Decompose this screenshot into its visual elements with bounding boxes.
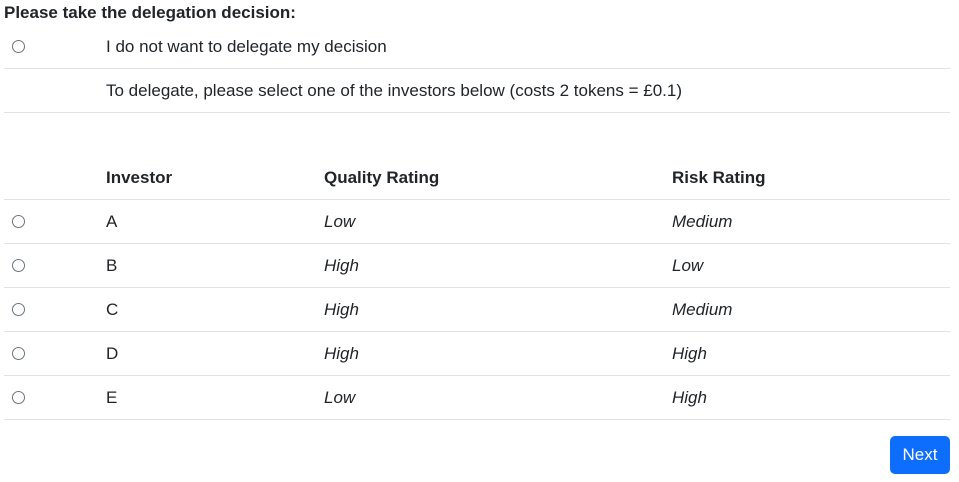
no-delegate-label: I do not want to delegate my decision: [106, 37, 387, 56]
table-header-row: Investor Quality Rating Risk Rating: [4, 156, 950, 200]
investor-cell: A: [106, 212, 118, 231]
risk-cell: Medium: [672, 212, 733, 231]
investor-cell: D: [106, 344, 119, 363]
next-button[interactable]: Next: [890, 436, 950, 474]
header-quality-rating: Quality Rating: [324, 168, 440, 187]
quality-cell: High: [324, 256, 359, 275]
investor-c-radio[interactable]: [12, 303, 25, 316]
investor-d-radio[interactable]: [12, 347, 25, 360]
delegate-instruction-text: To delegate, please select one of the in…: [106, 81, 682, 100]
no-delegate-row[interactable]: I do not want to delegate my decision: [4, 25, 950, 69]
table-row[interactable]: A Low Medium: [4, 200, 950, 244]
quality-cell: High: [324, 344, 359, 363]
investor-b-radio[interactable]: [12, 259, 25, 272]
investor-cell: B: [106, 256, 118, 275]
header-investor: Investor: [106, 168, 173, 187]
investor-cell: C: [106, 300, 119, 319]
quality-cell: Low: [324, 388, 356, 407]
risk-cell: Low: [672, 256, 704, 275]
table-row[interactable]: B High Low: [4, 244, 950, 288]
risk-cell: High: [672, 388, 707, 407]
no-delegate-radio[interactable]: [12, 40, 25, 53]
investor-e-radio[interactable]: [12, 391, 25, 404]
delegation-page: Please take the delegation decision: I d…: [0, 0, 959, 482]
table-row[interactable]: C High Medium: [4, 288, 950, 332]
delegate-instruction-row: To delegate, please select one of the in…: [4, 69, 950, 113]
quality-cell: Low: [324, 212, 356, 231]
header-risk-rating: Risk Rating: [672, 168, 766, 187]
investor-cell: E: [106, 388, 118, 407]
table-row[interactable]: E Low High: [4, 376, 950, 420]
quality-cell: High: [324, 300, 359, 319]
risk-cell: Medium: [672, 300, 733, 319]
risk-cell: High: [672, 344, 707, 363]
table-row[interactable]: D High High: [4, 332, 950, 376]
investor-a-radio[interactable]: [12, 215, 25, 228]
page-heading: Please take the delegation decision:: [4, 3, 296, 22]
